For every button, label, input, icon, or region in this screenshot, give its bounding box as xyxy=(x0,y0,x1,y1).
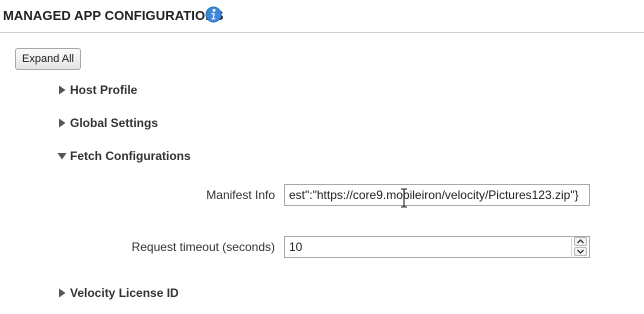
section-label: Velocity License ID xyxy=(70,286,179,300)
info-icon[interactable] xyxy=(205,6,222,23)
decrement-button[interactable] xyxy=(574,247,587,256)
section-fetch-configurations[interactable]: Fetch Configurations xyxy=(57,147,191,165)
manifest-info-label: Manifest Info xyxy=(206,188,275,202)
chevron-up-icon xyxy=(577,239,584,244)
managed-app-configurations-panel: MANAGED APP CONFIGURATIONS Expand All Ho… xyxy=(0,0,644,314)
section-host-profile[interactable]: Host Profile xyxy=(57,81,137,99)
request-timeout-stepper xyxy=(571,236,589,258)
request-timeout-label: Request timeout (seconds) xyxy=(131,240,275,254)
increment-button[interactable] xyxy=(574,237,587,246)
section-label: Global Settings xyxy=(70,116,159,130)
manifest-info-input[interactable]: est":"https://core9.mobileiron/velocity/… xyxy=(284,184,590,206)
section-velocity-license-id[interactable]: Velocity License ID xyxy=(57,284,179,302)
panel-header: MANAGED APP CONFIGURATIONS xyxy=(0,0,644,33)
page-title: MANAGED APP CONFIGURATIONS xyxy=(3,8,224,23)
caret-down-icon xyxy=(57,153,67,160)
section-label: Host Profile xyxy=(70,83,138,97)
request-timeout-input[interactable]: 10 xyxy=(284,236,590,258)
caret-right-icon xyxy=(59,85,66,95)
caret-right-icon xyxy=(59,288,66,298)
chevron-down-icon xyxy=(577,249,584,254)
section-label: Fetch Configurations xyxy=(70,149,191,163)
caret-right-icon xyxy=(59,118,66,128)
section-global-settings[interactable]: Global Settings xyxy=(57,114,158,132)
expand-all-button[interactable]: Expand All xyxy=(15,48,81,70)
